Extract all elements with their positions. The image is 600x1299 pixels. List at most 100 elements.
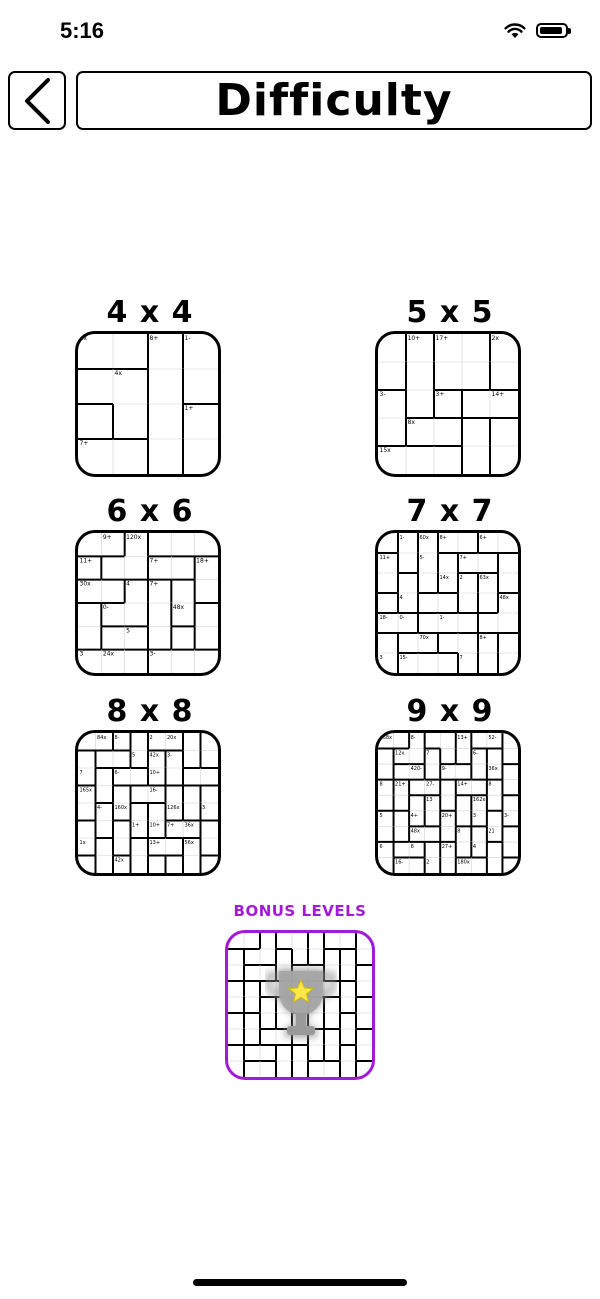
trophy-icon: [266, 969, 336, 1037]
cage-clue: 21: [488, 828, 494, 834]
cage-clue: 3-: [504, 813, 509, 819]
cage-clue: 7+: [150, 581, 159, 588]
cage-clue: 3: [80, 651, 84, 658]
page-title-bar: Difficulty: [76, 71, 592, 130]
cage-clue: 60x: [420, 535, 429, 541]
cage-clue: 6: [380, 844, 383, 850]
cage-clue: 7: [80, 770, 83, 776]
cage-clue: 5: [126, 627, 130, 634]
cage-clue: 165x: [80, 788, 93, 794]
cage-clue: 4: [400, 595, 403, 601]
cage-clue: 4-: [97, 805, 102, 811]
cage-clue: 36x: [488, 766, 497, 772]
level-thumbnail[interactable]: 168x 8- 13+ 52- 12x 7 6- 420- 9- 36x 8 21+ 27- 14+ 8 13…: [375, 730, 521, 876]
cage-clue: 6-: [473, 751, 478, 757]
cage-clue: 13+: [150, 840, 161, 846]
cage-clue: 36x: [185, 823, 194, 829]
cage-clue: 27+: [442, 844, 453, 850]
level-8x8[interactable]: 8 x 8 84x 8- 2 20x 5 42x 3- 6- 7 10+ 165x 16- 4- 160x…: [75, 694, 225, 876]
cage-clue: 8x: [408, 419, 416, 426]
bonus-levels-button[interactable]: [225, 930, 375, 1080]
cage-clue: 10+: [150, 823, 161, 829]
level-label: 5 x 5: [406, 295, 494, 330]
level-thumbnail[interactable]: 10+ 17+ 2x 3- 3+ 14+ 8x 15x: [375, 331, 521, 477]
cage-clue: 27-: [426, 782, 434, 788]
cage-clue: 24x: [103, 651, 115, 658]
level-label: 4 x 4: [106, 295, 194, 330]
cage-clue: 420-: [411, 766, 423, 772]
level-4x4[interactable]: 4 x 4 2x 8+ 1- 4x 1+ 7+: [75, 295, 225, 477]
cage-clue: 13: [426, 797, 432, 803]
battery-icon: [536, 23, 571, 38]
level-thumbnail[interactable]: 84x 8- 2 20x 5 42x 3- 6- 7 10+ 165x 16- 4- 160x 126x 3 1…: [75, 730, 221, 876]
cage-clue: 84x: [97, 735, 106, 741]
cage-clue: 1+: [185, 405, 194, 412]
back-button[interactable]: [8, 71, 66, 130]
cage-clue: 11+: [380, 555, 391, 561]
cage-clue: 52-: [488, 735, 496, 741]
cage-clue: 13+: [457, 735, 468, 741]
cage-clue: 20+: [442, 813, 453, 819]
cage-clue: 5: [380, 813, 383, 819]
cage-clue: 8: [488, 782, 491, 788]
cage-clue: 6+: [480, 535, 487, 541]
cage-clue: 7+: [150, 557, 159, 564]
cage-clue: 2: [150, 735, 153, 741]
cage-clue: 14x: [440, 575, 449, 581]
home-indicator[interactable]: [193, 1279, 407, 1286]
cage-clue: 48x: [411, 828, 420, 834]
cage-clue: 20x: [167, 735, 176, 741]
cage-clue: 9-: [442, 766, 447, 772]
cage-clue: 56x: [185, 840, 194, 846]
level-grid: 2x 8+ 1- 4x 1+ 7+: [78, 334, 218, 474]
cage-clue: 0-: [400, 615, 405, 621]
cage-clue: 15x: [380, 447, 392, 454]
cage-clue: 30x: [80, 581, 92, 588]
cage-clue: 8: [380, 782, 383, 788]
cage-clue: 2x: [80, 335, 88, 342]
level-thumbnail[interactable]: 9+ 120x 11+ 7+ 18+ 30x 4 7+ 0- 48x 5 3 24x 3-: [75, 530, 221, 676]
level-label: 8 x 8: [106, 694, 194, 729]
level-grid: 84x 8- 2 20x 5 42x 3- 6- 7 10+ 165x 16- 4- 160x 126x 3 1…: [78, 733, 218, 873]
cage-clue: 11+: [80, 557, 93, 564]
cage-clue: 2: [426, 859, 429, 865]
cage-clue: 7: [426, 751, 429, 757]
cage-clue: 4: [473, 844, 476, 850]
level-grid: 10+ 17+ 2x 3- 3+ 14+ 8x 15x: [378, 334, 518, 474]
cage-clue: 17+: [436, 335, 449, 342]
cage-clue: 120x: [126, 534, 141, 541]
level-label: 9 x 9: [406, 694, 494, 729]
cage-clue: 8+: [150, 335, 159, 342]
cage-clue: 7+: [80, 440, 89, 447]
cage-clue: 4x: [115, 370, 123, 377]
level-thumbnail[interactable]: 1- 60x 8+ 6+ 11+ 5- 7+ 14x 2 63x 4 48x 18- 0- 1- 70x 8+ 3…: [375, 530, 521, 676]
cage-clue: 10+: [408, 335, 421, 342]
cage-clue: 63x: [480, 575, 489, 581]
level-grid: 168x 8- 13+ 52- 12x 7 6- 420- 9- 36x 8 21+ 27- 14+ 8 13…: [378, 733, 518, 873]
cage-clue: 3: [202, 805, 205, 811]
cage-clue: 1x: [80, 840, 86, 846]
level-5x5[interactable]: 5 x 5 10+ 17+ 2x 3- 3+ 14+ 8x 15x: [375, 295, 525, 477]
wifi-icon: [504, 23, 526, 38]
level-6x6[interactable]: 6 x 6 9+ 120x 11+ 7+ 18+ 30x 4 7+ 0- 48x 5 3 24x 3-: [75, 494, 225, 676]
status-time: 5:16: [60, 18, 105, 43]
level-9x9[interactable]: 9 x 9 168x 8- 13+ 52- 12x 7 6- 420- 9- 36x 8 21+ 27-…: [375, 694, 525, 876]
cage-clue: 3+: [436, 391, 445, 398]
cage-clue: 0-: [103, 604, 109, 611]
cage-clue: 12x: [395, 751, 404, 757]
cage-clue: 21+: [395, 782, 406, 788]
cage-clue: 160x: [115, 805, 128, 811]
cage-clue: 7: [460, 655, 463, 661]
cage-clue: 18-: [380, 615, 388, 621]
cage-clue: 168x: [380, 735, 393, 741]
cage-clue: 7+: [460, 555, 467, 561]
level-7x7[interactable]: 7 x 7 1- 60x 8+ 6+ 11+ 5- 7+ 14x 2 63x 4 48x 18- 0- 1-…: [375, 494, 525, 676]
cage-clue: 1-: [185, 335, 191, 342]
cage-clue: 8+: [440, 535, 447, 541]
cage-clue: 8-: [411, 735, 416, 741]
chevron-left-icon: [25, 77, 50, 124]
cage-clue: 8+: [480, 635, 487, 641]
cage-clue: 3-: [380, 391, 386, 398]
level-thumbnail[interactable]: 2x 8+ 1- 4x 1+ 7+: [75, 331, 221, 477]
cage-clue: 6-: [115, 770, 120, 776]
